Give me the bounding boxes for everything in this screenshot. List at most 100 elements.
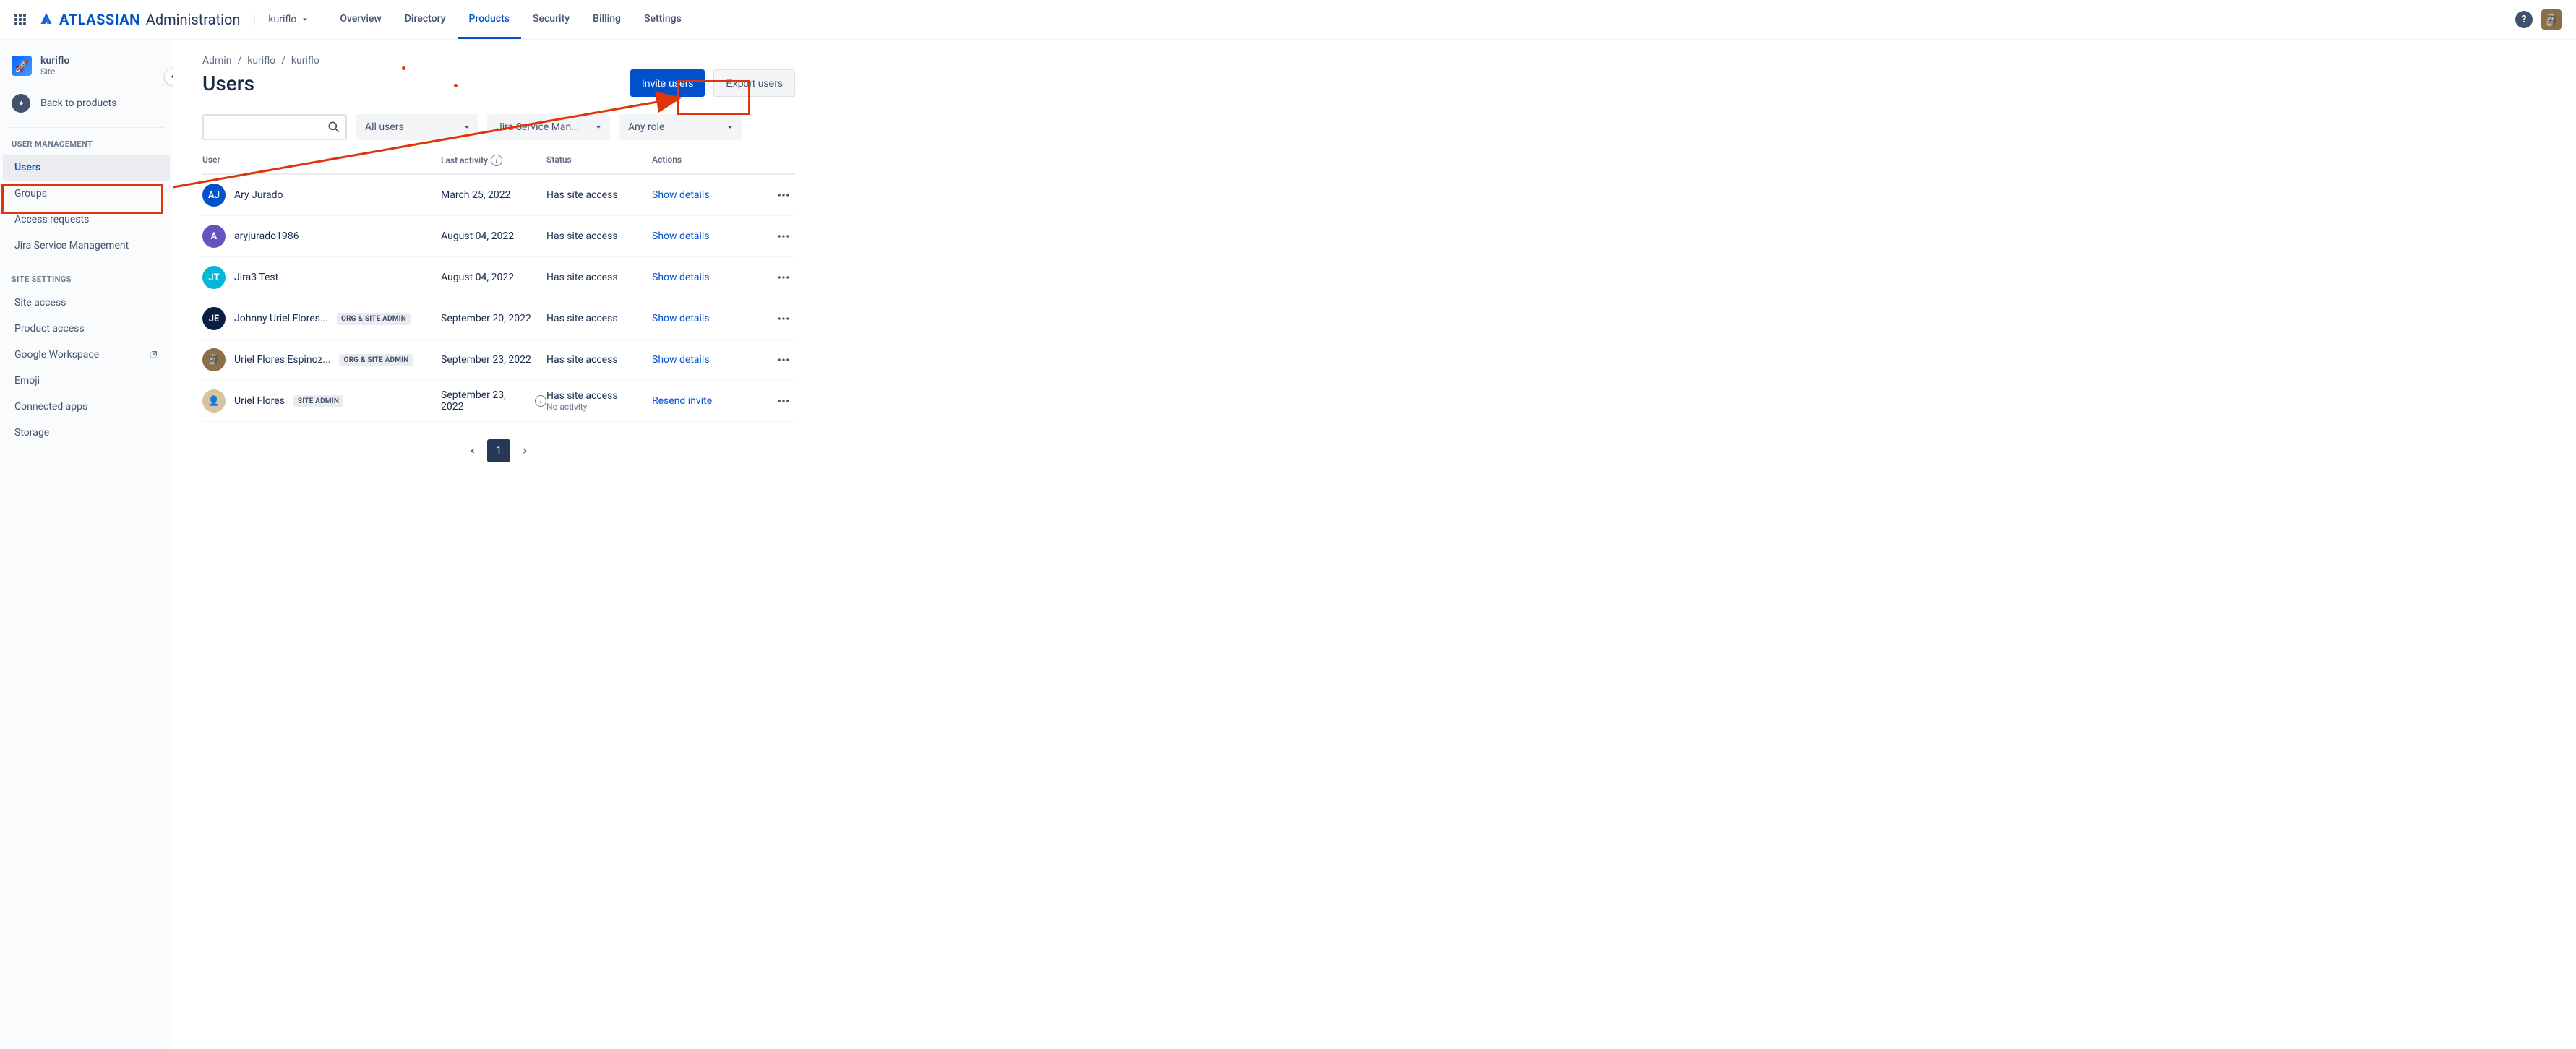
sidebar-item-product-access[interactable]: Product access	[3, 316, 170, 342]
more-actions-button[interactable]	[772, 348, 795, 371]
app-switcher-icon[interactable]	[6, 5, 35, 34]
invite-users-button[interactable]: Invite users	[630, 69, 705, 97]
col-header-actions: Actions	[652, 155, 795, 166]
sidebar-item-site-access[interactable]: Site access	[3, 290, 170, 316]
users-table: User Last activity i Status Actions AJAr…	[202, 155, 795, 422]
user-avatar: AJ	[202, 184, 226, 207]
site-type: Site	[40, 66, 69, 77]
user-avatar: 🗿	[202, 348, 226, 371]
user-avatar: JE	[202, 307, 226, 330]
user-management-label: USER MANAGEMENT	[0, 137, 173, 155]
chevron-down-icon	[462, 122, 472, 132]
breadcrumb-2: kuriflo	[291, 55, 319, 66]
sidebar-item-users[interactable]: Users	[3, 155, 170, 181]
show-details-link[interactable]: Show details	[652, 230, 710, 242]
more-horizontal-icon	[776, 311, 791, 326]
topnav-tab-billing[interactable]: Billing	[581, 0, 632, 39]
col-header-user: User	[202, 155, 441, 166]
role-badge: ORG & SITE ADMIN	[337, 313, 411, 325]
user-avatar: JT	[202, 266, 226, 289]
table-row: 👤Uriel FloresSITE ADMINSeptember 23, 202…	[202, 381, 795, 422]
export-users-button[interactable]: Export users	[713, 69, 795, 97]
user-avatar: A	[202, 225, 226, 248]
more-actions-button[interactable]	[772, 307, 795, 330]
brand-logo[interactable]: ATLASSIAN Administration	[38, 11, 240, 28]
topnav-tab-overview[interactable]: Overview	[328, 0, 392, 39]
more-actions-button[interactable]	[772, 389, 795, 413]
chevron-down-icon	[301, 15, 309, 24]
show-details-link[interactable]: Show details	[652, 354, 710, 366]
org-switcher[interactable]: kuriflo	[254, 14, 322, 25]
show-details-link[interactable]: Show details	[652, 313, 710, 324]
last-activity: March 25, 2022	[441, 189, 546, 201]
chevron-down-icon	[593, 122, 604, 132]
more-actions-button[interactable]	[772, 225, 795, 248]
brand-name: ATLASSIAN	[59, 11, 140, 28]
site-settings-label: SITE SETTINGS	[0, 272, 173, 290]
topnav-tab-security[interactable]: Security	[521, 0, 581, 39]
topnav-tab-directory[interactable]: Directory	[393, 0, 458, 39]
chevron-left-icon	[468, 446, 477, 455]
product-filter-select[interactable]: Jira Service Man...	[487, 114, 610, 140]
back-arrow-icon	[12, 94, 30, 113]
topnav-tab-settings[interactable]: Settings	[632, 0, 693, 39]
role-badge: ORG & SITE ADMIN	[339, 354, 413, 366]
show-details-link[interactable]: Show details	[652, 272, 710, 283]
info-icon[interactable]: i	[491, 155, 502, 166]
sidebar-site-header[interactable]: 🚀 kuriflo Site	[0, 49, 173, 88]
chevron-down-icon	[725, 122, 735, 132]
status-cell: Has site accessNo activity	[546, 390, 652, 412]
status-cell: Has site access	[546, 272, 652, 283]
sidebar-item-emoji[interactable]: Emoji	[3, 368, 170, 394]
status-cell: Has site access	[546, 354, 652, 366]
user-name[interactable]: Jira3 Test	[234, 272, 278, 283]
more-actions-button[interactable]	[772, 184, 795, 207]
show-details-link[interactable]: Show details	[652, 189, 710, 201]
main-content: Admin/kuriflo/kuriflo Users Invite users…	[173, 40, 2576, 1049]
last-activity: August 04, 2022	[441, 272, 546, 283]
table-row: 🗿 Uriel Flores Espinoz... ORG & SITE ADMIN…	[202, 340, 795, 381]
topnav-tab-products[interactable]: Products	[458, 0, 522, 39]
more-horizontal-icon	[776, 229, 791, 243]
last-activity: September 23, 2022i	[441, 389, 546, 413]
more-horizontal-icon	[776, 270, 791, 285]
more-actions-button[interactable]	[772, 266, 795, 289]
user-name[interactable]: Johnny Uriel Flores...	[234, 313, 328, 324]
pagination-page-1[interactable]: 1	[487, 439, 510, 462]
sidebar-item-google-workspace[interactable]: Google Workspace	[3, 342, 170, 368]
user-name[interactable]: Ary Jurado	[234, 189, 283, 201]
sidebar-item-access-requests[interactable]: Access requests	[3, 207, 170, 233]
table-row: JT Jira3 Test August 04, 2022Has site acce…	[202, 257, 795, 298]
more-horizontal-icon	[776, 353, 791, 367]
role-badge: SITE ADMIN	[293, 395, 343, 407]
sidebar-item-jira-service-management[interactable]: Jira Service Management	[3, 233, 170, 259]
info-icon[interactable]: i	[535, 395, 546, 407]
breadcrumb-1[interactable]: kuriflo	[247, 55, 275, 66]
site-name: kuriflo	[40, 55, 69, 66]
sidebar-item-groups[interactable]: Groups	[3, 181, 170, 207]
pagination-prev[interactable]	[461, 439, 484, 462]
status-cell: Has site access	[546, 230, 652, 242]
search-input[interactable]	[202, 114, 347, 140]
more-horizontal-icon	[776, 394, 791, 408]
search-input-wrapper	[202, 114, 347, 140]
sidebar-item-connected-apps[interactable]: Connected apps	[3, 394, 170, 420]
user-name[interactable]: Uriel Flores Espinoz...	[234, 354, 330, 366]
help-icon[interactable]: ?	[2515, 11, 2533, 28]
sidebar: 🚀 kuriflo Site Back to products USER MAN…	[0, 40, 173, 1049]
profile-avatar[interactable]: 🗿	[2541, 9, 2562, 30]
user-name[interactable]: Uriel Flores	[234, 395, 285, 407]
users-filter-select[interactable]: All users	[356, 114, 478, 140]
pagination-next[interactable]	[513, 439, 536, 462]
back-to-products-button[interactable]: Back to products	[0, 88, 173, 118]
role-filter-select[interactable]: Any role	[619, 114, 742, 140]
breadcrumb-0[interactable]: Admin	[202, 55, 231, 66]
user-name[interactable]: aryjurado1986	[234, 230, 299, 242]
resend-invite-link[interactable]: Resend invite	[652, 395, 712, 407]
table-row: JE Johnny Uriel Flores... ORG & SITE ADMIN…	[202, 298, 795, 340]
search-icon	[327, 120, 341, 134]
brand-section: Administration	[146, 11, 241, 28]
sidebar-item-storage[interactable]: Storage	[3, 420, 170, 446]
col-header-activity: Last activity i	[441, 155, 546, 166]
table-row: AJAry JuradoMarch 25, 2022Has site acces…	[202, 175, 795, 216]
